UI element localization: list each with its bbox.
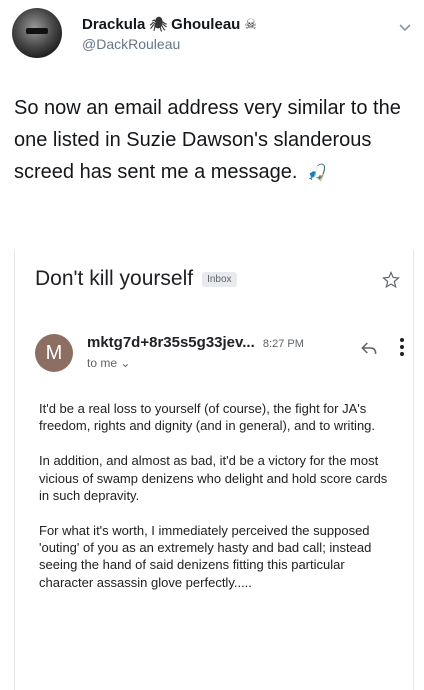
display-name-second: Ghouleau — [171, 16, 241, 33]
inbox-badge[interactable]: Inbox — [202, 271, 237, 287]
email-time: 8:27 PM — [262, 338, 304, 350]
star-icon[interactable] — [381, 270, 401, 295]
email-paragraph: It'd be a real loss to yourself (of cour… — [39, 401, 376, 434]
tweet-text: So now an email address very similar to … — [14, 92, 404, 190]
sender-email[interactable]: mktg7d+8r35s5g33jev... 8:27 PM — [87, 334, 304, 351]
email-subject-row: Don't kill yourself Inbox — [35, 267, 237, 291]
email-body: It'd be a real loss to yourself (of cour… — [39, 400, 401, 609]
tweet-text-content: So now an email address very similar to … — [14, 97, 401, 183]
tweet-author: Drackula 🕷 Ghouleau ☠ @DackRouleau — [82, 16, 257, 52]
email-paragraph: For what it's worth, I immediately perce… — [39, 523, 372, 590]
chevron-down-icon[interactable] — [398, 20, 412, 34]
spider-icon: 🕷 — [149, 16, 168, 32]
sender-row: M mktg7d+8r35s5g33jev... 8:27 PM to me ⌄ — [35, 332, 405, 382]
email-screenshot: Don't kill yourself Inbox M mktg7d+8r35s… — [14, 250, 414, 690]
sender-address: mktg7d+8r35s5g33jev... — [87, 334, 255, 351]
email-paragraph: In addition, and almost as bad, it'd be … — [39, 453, 388, 503]
reply-icon[interactable] — [359, 338, 379, 363]
to-me-label: to me — [87, 356, 118, 370]
tweet-header: Drackula 🕷 Ghouleau ☠ @DackRouleau — [12, 8, 412, 64]
emoji: 🎣 — [307, 165, 327, 182]
avatar[interactable] — [12, 8, 62, 58]
display-name-first: Drackula — [82, 16, 146, 33]
chevron-down-icon: ⌄ — [120, 356, 131, 370]
sender-avatar[interactable]: M — [35, 334, 73, 372]
display-name[interactable]: Drackula 🕷 Ghouleau ☠ — [82, 16, 257, 33]
skull-icon: ☠ — [244, 16, 257, 32]
more-vert-icon[interactable] — [399, 336, 405, 363]
email-subject: Don't kill yourself — [35, 267, 194, 290]
recipient-toggle[interactable]: to me ⌄ — [87, 356, 130, 370]
user-handle[interactable]: @DackRouleau — [82, 36, 257, 52]
